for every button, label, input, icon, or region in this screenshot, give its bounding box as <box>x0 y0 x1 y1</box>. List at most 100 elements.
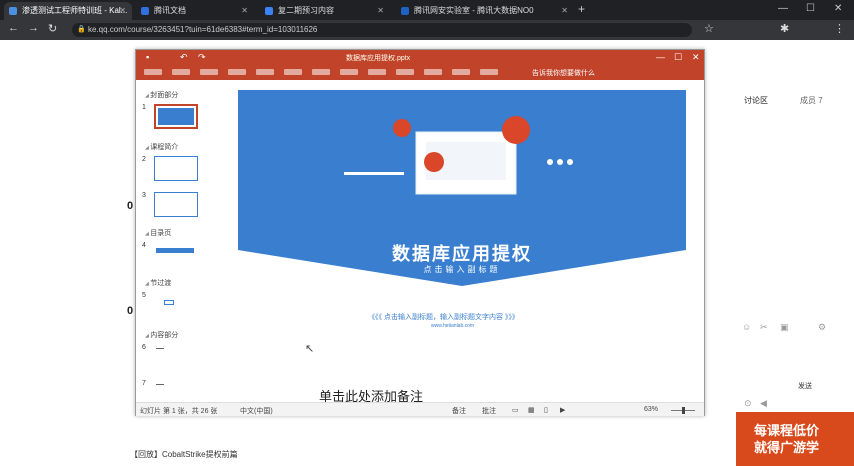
browser-tab[interactable]: 渗透测试工程师特训班 - Kal... ✕ <box>4 2 132 20</box>
minimize-icon[interactable]: — <box>656 52 665 62</box>
promo-line: 就得广游学 <box>754 440 820 455</box>
maximize-icon[interactable]: ☐ <box>674 52 682 63</box>
bookmark-star-icon[interactable]: ☆ <box>704 22 714 35</box>
zoom-slider-handle[interactable] <box>682 407 685 414</box>
ribbon-tab[interactable] <box>256 69 274 75</box>
browser-tab[interactable]: 腾讯网安实验室 - 腾讯大数据NO0 ✕ <box>396 2 574 20</box>
zoom-level[interactable]: 63% <box>644 406 658 413</box>
settings-icon[interactable]: ⚙ <box>818 322 826 333</box>
emoji-icon[interactable]: ☺ <box>742 322 751 332</box>
address-bar[interactable]: 🔒 ke.qq.com/course/3263451?tuin=61de6383… <box>72 23 692 37</box>
tab-favicon-icon <box>141 7 149 15</box>
slide-thumbnail[interactable] <box>154 156 198 181</box>
tab-title: 腾讯文档 <box>154 6 186 15</box>
image-icon[interactable]: ▣ <box>780 322 789 333</box>
promo-line: 每课程低价 <box>754 423 820 438</box>
slide-number: 6 <box>142 344 146 351</box>
slide-thumbnail[interactable] <box>154 104 198 129</box>
redo-icon[interactable]: ↷ <box>198 52 206 63</box>
new-tab-button[interactable]: + <box>578 2 585 16</box>
close-window-button[interactable]: ✕ <box>834 3 842 14</box>
slide-url: www.hetianlab.com <box>431 323 475 329</box>
ribbon-tab[interactable] <box>424 69 442 75</box>
section-label[interactable]: 内容部分 <box>145 330 178 340</box>
slide-number: 3 <box>142 192 146 199</box>
minimize-button[interactable]: — <box>778 3 788 14</box>
slide-subtitle[interactable]: 点击输入副标题 <box>238 264 686 275</box>
scissors-icon[interactable]: ✂ <box>760 322 768 333</box>
ribbon-tab[interactable] <box>368 69 386 75</box>
dash-line <box>344 172 404 175</box>
save-icon[interactable]: ▪ <box>146 52 149 62</box>
slide-number: 2 <box>142 156 146 163</box>
lock-icon: 🔒 <box>77 26 86 33</box>
browser-tab[interactable]: 复二期预习内容 ✕ <box>260 2 390 20</box>
browser-toolbar: ← → ↻ 🔒 ke.qq.com/course/3263451?tuin=61… <box>0 20 854 40</box>
undo-icon[interactable]: ↶ <box>180 52 188 63</box>
section-label[interactable]: 课程简介 <box>145 142 178 152</box>
close-icon[interactable]: ✕ <box>119 2 126 20</box>
tab-discussion[interactable]: 讨论区 <box>744 95 768 106</box>
section-label[interactable]: 节过渡 <box>145 278 171 288</box>
browser-tabstrip: 渗透测试工程师特训班 - Kal... ✕ 腾讯文档 ✕ 复二期预习内容 ✕ 腾… <box>0 0 854 20</box>
ribbon-tab[interactable] <box>284 69 302 75</box>
close-icon[interactable]: ✕ <box>241 2 248 20</box>
maximize-button[interactable]: ☐ <box>806 3 815 14</box>
menu-icon[interactable]: ⋮ <box>834 22 845 35</box>
tab-title: 复二期预习内容 <box>278 6 334 15</box>
sorter-view-icon[interactable]: ▦ <box>528 406 535 414</box>
normal-view-icon[interactable]: ▭ <box>512 406 519 414</box>
slide-title[interactable]: 数据库应用提权 <box>238 240 686 266</box>
slide-thumbnail[interactable] <box>156 384 164 385</box>
slide-info: 幻灯片 第 1 张，共 26 张 <box>140 408 218 415</box>
slide[interactable]: 数据库应用提权 点击输入副标题 《《《 点击输入副标题，输入副标题文字内容 》》… <box>238 90 686 330</box>
close-icon[interactable]: ✕ <box>377 2 384 20</box>
slide-number: 4 <box>142 242 146 249</box>
language-indicator[interactable]: 中文(中国) <box>240 406 273 416</box>
mic-icon[interactable]: ⊙ <box>744 398 752 409</box>
replay-link[interactable]: 【回放】CobaltStrike提权前篇 <box>130 449 238 460</box>
reading-view-icon[interactable]: ▯ <box>544 406 548 414</box>
extensions-icon[interactable]: ✱ <box>780 22 789 35</box>
slide-thumbnail[interactable] <box>156 348 164 349</box>
slide-thumbnail[interactable] <box>156 248 194 253</box>
ribbon-tab[interactable] <box>200 69 218 75</box>
page-digit: 0 <box>127 305 134 317</box>
mouse-cursor-icon: ↖ <box>305 343 315 355</box>
slide-number: 1 <box>142 104 146 111</box>
tab-title: 渗透测试工程师特训班 - Kal... <box>22 6 128 15</box>
ribbon-tab[interactable] <box>340 69 358 75</box>
slide-thumbnail[interactable] <box>154 192 198 217</box>
tell-me-search[interactable]: 告诉我你想要做什么 <box>532 68 595 78</box>
browser-tab[interactable]: 腾讯文档 ✕ <box>136 2 254 20</box>
tab-favicon-icon <box>401 7 409 15</box>
notes-button[interactable]: 备注 <box>452 406 466 416</box>
reload-icon[interactable]: ↻ <box>48 22 57 35</box>
comments-button[interactable]: 批注 <box>482 406 496 416</box>
slide-number: 7 <box>142 380 146 387</box>
ppt-statusbar: 幻灯片 第 1 张，共 26 张 中文(中国) 备注 批注 ▭ ▦ ▯ ▶ 63… <box>136 402 704 416</box>
slideshow-icon[interactable]: ▶ <box>560 406 565 414</box>
ribbon-tab[interactable] <box>396 69 414 75</box>
ribbon-tab[interactable] <box>144 69 162 75</box>
ribbon-tab[interactable] <box>452 69 470 75</box>
page-digit: 0 <box>127 200 134 212</box>
send-button[interactable]: 发送 <box>798 381 812 391</box>
slide-nav-text: 《《《 点击输入副标题，输入副标题文字内容 》》》 <box>368 314 519 321</box>
ribbon-tab[interactable] <box>312 69 330 75</box>
promo-banner[interactable]: 每课程低价 就得广游学 <box>736 412 854 466</box>
ribbon-tab[interactable] <box>228 69 246 75</box>
tab-title: 腾讯网安实验室 - 腾讯大数据NO0 <box>414 6 534 15</box>
section-label[interactable]: 目录页 <box>145 228 171 238</box>
section-label[interactable]: 封面部分 <box>145 90 178 100</box>
volume-icon[interactable]: ◀ <box>760 398 767 409</box>
back-icon[interactable]: ← <box>8 22 19 34</box>
forward-icon[interactable]: → <box>28 22 39 34</box>
ribbon-tab[interactable] <box>172 69 190 75</box>
slide-thumbnail[interactable] <box>164 300 174 305</box>
slide-canvas: 数据库应用提权 点击输入副标题 《《《 点击输入副标题，输入副标题文字内容 》》… <box>226 80 700 404</box>
tab-members[interactable]: 成员 7 <box>800 95 823 106</box>
ribbon-tab[interactable] <box>480 69 498 75</box>
close-icon[interactable]: ✕ <box>692 52 700 63</box>
close-icon[interactable]: ✕ <box>561 2 568 20</box>
